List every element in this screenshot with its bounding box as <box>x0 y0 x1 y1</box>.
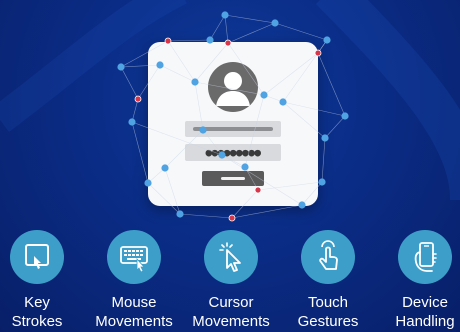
feature-key-strokes: Key Strokes <box>0 230 82 331</box>
password-field[interactable]: ●●●●●●●●● <box>185 144 281 161</box>
feature-device-handling: Device Handling <box>380 230 460 331</box>
username-field[interactable] <box>185 121 281 137</box>
feature-mouse-movements: Mouse Movements <box>89 230 179 331</box>
phone-in-hand-icon <box>398 230 452 284</box>
login-form-card: ●●●●●●●●● <box>148 42 318 206</box>
feature-label: Cursor Movements <box>192 294 270 330</box>
feature-cursor-movements: Cursor Movements <box>186 230 276 331</box>
username-placeholder-bar <box>193 127 273 131</box>
feature-label: Touch Gestures <box>297 294 359 330</box>
user-avatar-icon <box>208 62 258 112</box>
cursor-icon <box>204 230 258 284</box>
feature-label: Device Handling <box>395 294 455 330</box>
feature-label: Key Strokes <box>11 294 63 330</box>
login-button-label-bar <box>221 177 245 180</box>
login-button[interactable] <box>202 171 264 186</box>
keyboard-key-icon <box>10 230 64 284</box>
touch-hand-icon <box>301 230 355 284</box>
behavioral-biometrics-illustration: ●●●●●●●●● Key Strokes Mouse Movements Cu… <box>0 0 460 332</box>
feature-label: Mouse Movements <box>95 294 173 330</box>
mouse-keyboard-icon <box>107 230 161 284</box>
feature-touch-gestures: Touch Gestures <box>283 230 373 331</box>
